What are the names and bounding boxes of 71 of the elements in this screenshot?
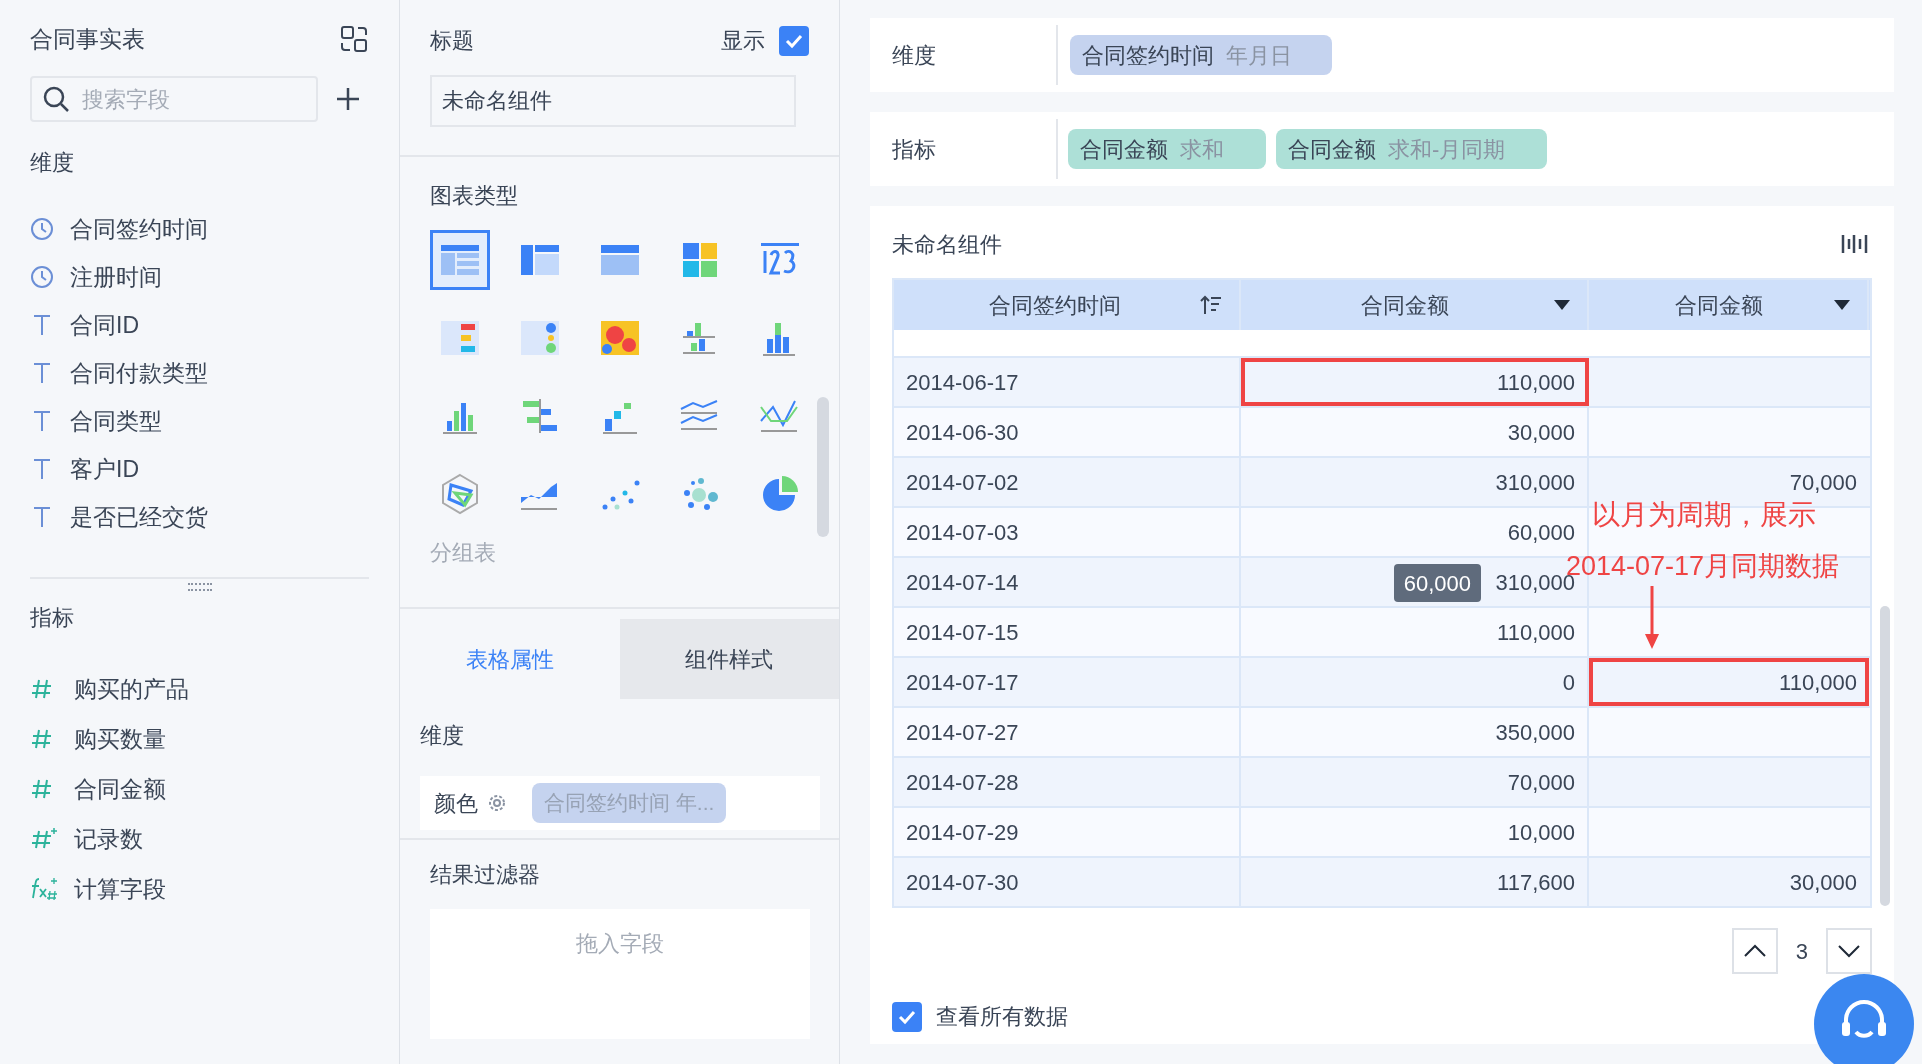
- section-heading: 维度: [30, 149, 75, 177]
- show-checkbox[interactable]: [779, 25, 809, 56]
- hash-icon: [30, 777, 54, 801]
- table-cell-text: 30,000: [1788, 868, 1858, 897]
- table-cell: 117,600: [1241, 858, 1589, 906]
- show-label: 显示: [721, 27, 765, 55]
- section-heading: 图表类型: [430, 182, 519, 210]
- search-input[interactable]: 搜索字段: [82, 82, 282, 116]
- chevron-up-icon: [1743, 944, 1766, 958]
- field-item[interactable]: 购买的产品: [30, 664, 369, 714]
- scrollbar[interactable]: [817, 397, 829, 537]
- section-heading: 维度: [420, 722, 465, 750]
- table-cell: 110,000: [1241, 358, 1589, 406]
- hash-star-icon: [30, 827, 58, 851]
- field-label: 标题: [430, 27, 474, 55]
- field-item[interactable]: 客户ID: [30, 445, 369, 493]
- clock-icon: [30, 265, 54, 289]
- scrollbar[interactable]: [1880, 606, 1890, 906]
- field-item[interactable]: 注册时间: [30, 253, 369, 301]
- column-header[interactable]: 合同签约时间: [894, 280, 1241, 330]
- field-pill[interactable]: 合同金额 求和: [1068, 129, 1266, 169]
- field-item[interactable]: 合同签约时间: [30, 205, 369, 253]
- section-heading: 结果过滤器: [430, 861, 541, 889]
- table-cell-text: 70,000: [1788, 468, 1858, 497]
- table-title: 合同事实表: [30, 24, 145, 54]
- title-input[interactable]: 未命名组件: [430, 75, 796, 127]
- sort-icon[interactable]: [1199, 294, 1223, 316]
- field-item[interactable]: 计算字段: [30, 864, 369, 914]
- field-item[interactable]: 合同金额: [30, 764, 369, 814]
- table-cell: 2014-07-30: [894, 858, 1241, 906]
- page-up-button[interactable]: [1731, 928, 1778, 974]
- column-header[interactable]: 合同金额: [1589, 280, 1869, 330]
- field-item[interactable]: 合同类型: [30, 397, 369, 445]
- hash-icon: [30, 677, 54, 701]
- chart-type-name-label: 分组表: [430, 539, 496, 567]
- formula-icon: [30, 876, 60, 902]
- chevron-down-icon: [1838, 944, 1860, 958]
- hash-icon: [30, 727, 54, 751]
- page-number: 3: [1795, 937, 1808, 966]
- arrow: [1644, 586, 1660, 650]
- annotation-text: 以月为周期，展示: [1592, 498, 1816, 532]
- barcode-icon[interactable]: [1840, 233, 1870, 255]
- column-header[interactable]: 合同金额: [1241, 280, 1589, 330]
- field-item[interactable]: 合同ID: [30, 301, 369, 349]
- page-down-button[interactable]: [1826, 928, 1872, 974]
- drag-handle[interactable]: [187, 583, 212, 591]
- table-cell: 110,000: [1589, 658, 1869, 706]
- field-pill[interactable]: 合同金额 求和-月同期: [1276, 129, 1548, 169]
- switch-icon[interactable]: [339, 24, 369, 54]
- view-all-label: 查看所有数据: [936, 1003, 1068, 1031]
- dropdown-icon[interactable]: [1833, 299, 1851, 311]
- search-field[interactable]: 搜索字段: [30, 76, 318, 122]
- section-heading: 指标: [30, 604, 75, 632]
- field-item[interactable]: 记录数: [30, 814, 369, 864]
- value-tooltip: 60,000: [1393, 564, 1481, 602]
- field-item[interactable]: 是否已经交货: [30, 493, 369, 541]
- field-item[interactable]: 合同付款类型: [30, 349, 369, 397]
- gear-icon[interactable]: [486, 792, 508, 814]
- field-item[interactable]: 购买数量: [30, 714, 369, 764]
- field-pill[interactable]: 合同签约时间 年月日: [1070, 35, 1332, 75]
- view-all-checkbox[interactable]: [892, 1001, 922, 1032]
- bar-label: 指标: [870, 119, 1058, 179]
- dropdown-icon[interactable]: [1553, 299, 1571, 311]
- bar-label: 维度: [870, 25, 1058, 85]
- tab[interactable]: 组件样式: [619, 619, 839, 699]
- widget-title: 未命名组件: [892, 230, 1002, 259]
- color-label: 颜色: [434, 789, 478, 818]
- search-icon: [42, 85, 70, 113]
- add-icon[interactable]: [334, 85, 362, 113]
- clock-icon: [30, 217, 54, 241]
- chart-type-button[interactable]: [430, 230, 490, 290]
